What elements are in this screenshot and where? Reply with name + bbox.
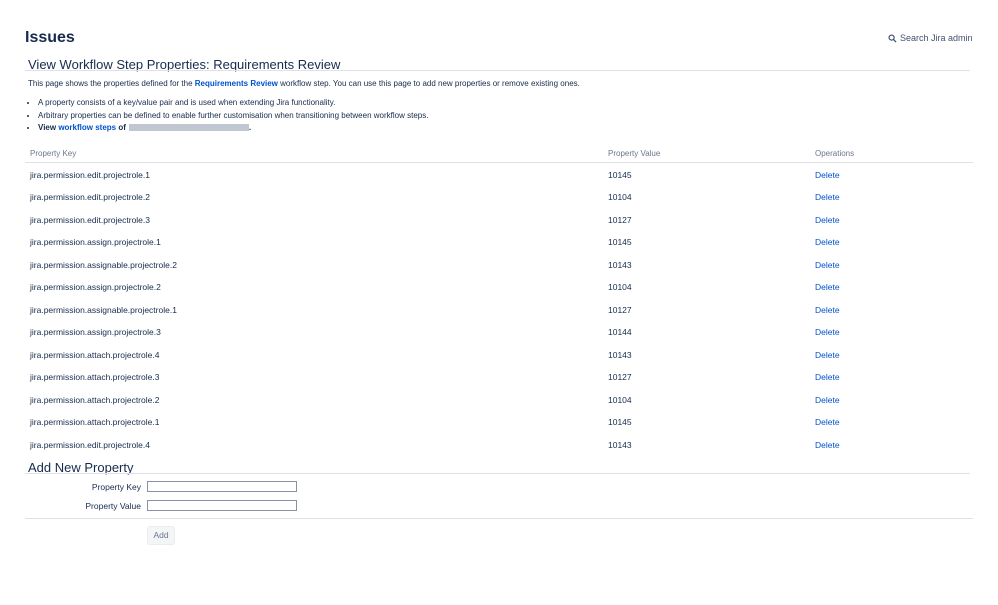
property-value-label: Property Value [85, 501, 141, 511]
property-key-cell: jira.permission.attach.projectrole.3 [30, 372, 160, 382]
table-row: jira.permission.edit.projectrole.1 10145 D… [25, 164, 973, 187]
delete-link[interactable]: Delete [815, 186, 840, 209]
property-key-cell: jira.permission.assign.projectrole.1 [30, 237, 161, 247]
property-key-cell: jira.permission.assignable.projectrole.2 [30, 259, 177, 270]
property-value-cell: 10127 [608, 372, 632, 382]
table-row: jira.permission.assign.projectrole.3 1014… [25, 321, 973, 344]
table-row: jira.permission.assignable.projectrole.2… [25, 254, 973, 277]
table-row: jira.permission.edit.projectrole.3 10127 D… [25, 209, 973, 232]
bullet-item: A property consists of a key/value pair … [38, 97, 428, 110]
add-section-divider [25, 473, 970, 474]
bullet-item: View workflow steps of. [38, 122, 428, 135]
property-key-cell: jira.permission.attach.projectrole.4 [30, 349, 160, 360]
delete-link[interactable]: Delete [815, 209, 840, 232]
table-row: jira.permission.assign.projectrole.1 1014… [25, 231, 973, 254]
column-header-operations: Operations [815, 149, 855, 158]
property-key-cell: jira.permission.edit.projectrole.3 [30, 214, 150, 225]
redacted-workflow-name [128, 124, 249, 132]
search-icon [888, 33, 897, 43]
table-row: jira.permission.attach.projectrole.1 1014… [25, 411, 973, 434]
info-bullets: A property consists of a key/value pair … [28, 97, 428, 135]
delete-link[interactable]: Delete [815, 254, 840, 277]
delete-link[interactable]: Delete [815, 321, 840, 344]
property-key-cell: jira.permission.assign.projectrole.2 [30, 282, 161, 292]
intro-text: This page shows the properties defined f… [28, 79, 580, 88]
property-value-cell: 10104 [608, 394, 632, 405]
bullet-item: Arbitrary properties can be defined to e… [38, 110, 428, 123]
delete-link[interactable]: Delete [815, 434, 840, 457]
property-value-cell: 10104 [608, 282, 632, 292]
add-button[interactable]: Add [147, 526, 175, 545]
property-value-cell: 10144 [608, 327, 632, 337]
delete-link[interactable]: Delete [815, 366, 840, 389]
column-header-key: Property Key [30, 149, 77, 158]
property-value-cell: 10104 [608, 192, 632, 202]
table-row: jira.permission.assignable.projectrole.1… [25, 299, 973, 322]
table-row: jira.permission.attach.projectrole.3 1012… [25, 366, 973, 389]
property-key-cell: jira.permission.attach.projectrole.1 [30, 417, 160, 427]
delete-link[interactable]: Delete [815, 411, 840, 434]
property-key-cell: jira.permission.assignable.projectrole.1 [30, 304, 177, 315]
property-key-cell: jira.permission.attach.projectrole.2 [30, 394, 160, 405]
property-value-cell: 10145 [608, 169, 632, 180]
table-row: jira.permission.edit.projectrole.2 10104 D… [25, 186, 973, 209]
table-row: jira.permission.attach.projectrole.4 1014… [25, 344, 973, 367]
delete-link[interactable]: Delete [815, 344, 840, 367]
delete-link[interactable]: Delete [815, 276, 840, 299]
delete-link[interactable]: Delete [815, 299, 840, 322]
delete-link[interactable]: Delete [815, 231, 840, 254]
column-header-value: Property Value [608, 149, 661, 158]
property-key-input[interactable] [147, 481, 297, 492]
delete-link[interactable]: Delete [815, 389, 840, 412]
search-jira-admin-link[interactable]: Search Jira admin [888, 33, 973, 43]
property-key-cell: jira.permission.edit.projectrole.1 [30, 169, 150, 180]
table-row: jira.permission.edit.projectrole.4 10143 D… [25, 434, 973, 457]
table-row: jira.permission.attach.projectrole.2 1010… [25, 389, 973, 412]
property-key-cell: jira.permission.edit.projectrole.2 [30, 192, 150, 202]
property-value-cell: 10145 [608, 417, 632, 427]
property-key-cell: jira.permission.assign.projectrole.3 [30, 327, 161, 337]
property-value-cell: 10145 [608, 237, 632, 247]
property-key-cell: jira.permission.edit.projectrole.4 [30, 439, 150, 450]
table-row: jira.permission.assign.projectrole.2 1010… [25, 276, 973, 299]
search-jira-admin-label: Search Jira admin [900, 33, 973, 43]
property-value-cell: 10143 [608, 439, 632, 450]
property-value-cell: 10127 [608, 304, 632, 315]
property-value-input[interactable] [147, 500, 297, 511]
delete-link[interactable]: Delete [815, 164, 840, 187]
property-key-label: Property Key [91, 482, 141, 492]
page-title: Issues [25, 29, 75, 46]
workflow-steps-link[interactable]: workflow steps [58, 123, 116, 132]
form-divider [25, 518, 973, 519]
section-divider [25, 70, 970, 71]
requirements-review-link[interactable]: Requirements Review [195, 79, 278, 88]
property-value-cell: 10143 [608, 349, 632, 360]
property-value-cell: 10143 [608, 259, 632, 270]
property-value-cell: 10127 [608, 214, 632, 225]
